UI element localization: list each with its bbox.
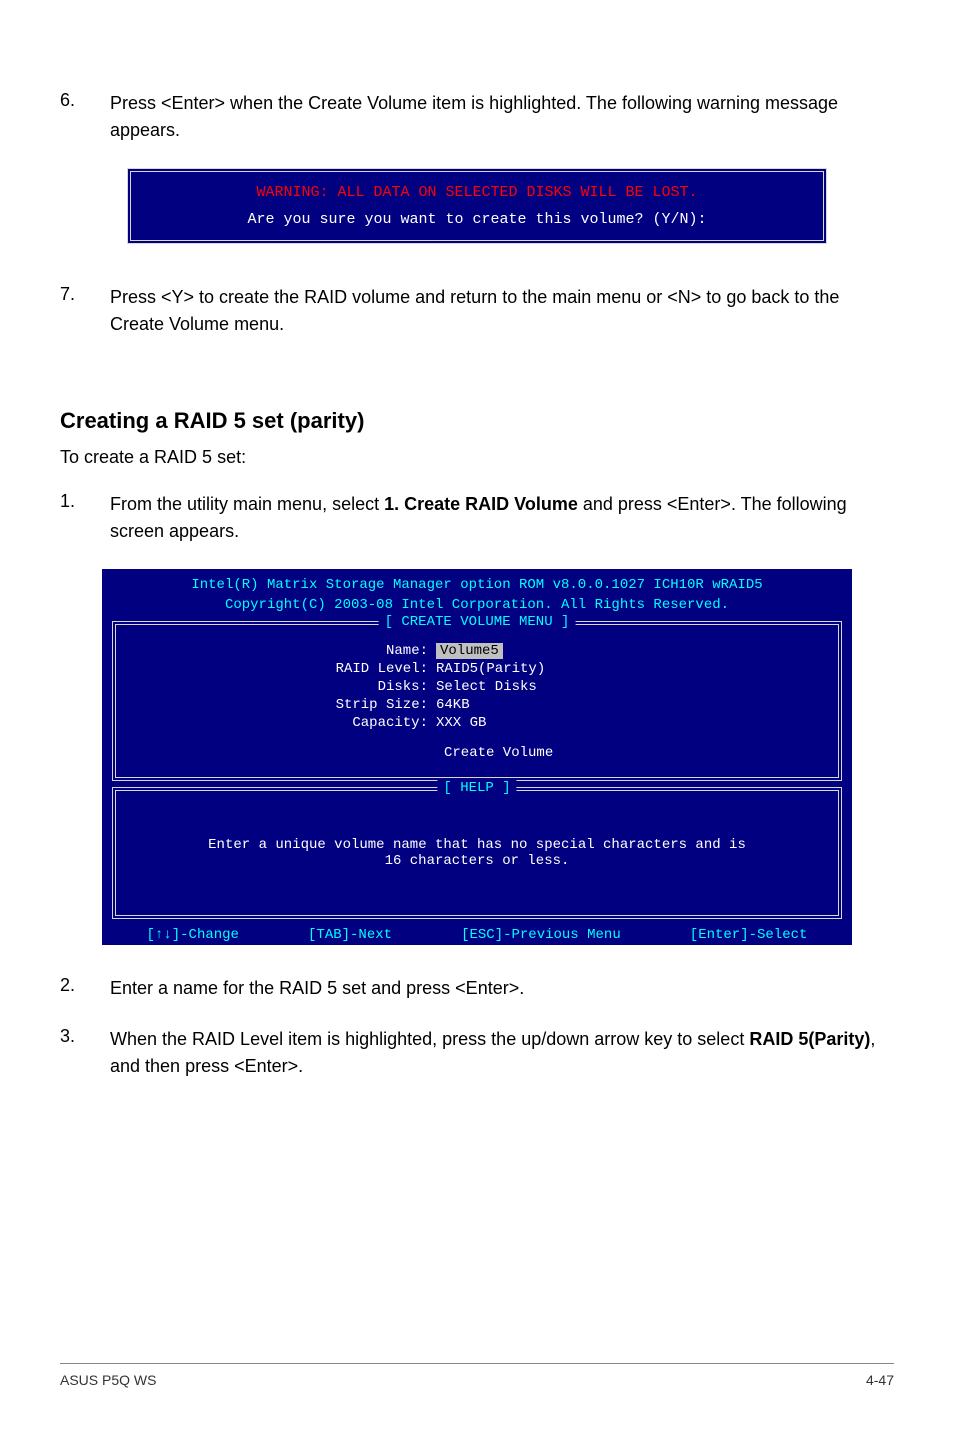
help-line1: Enter a unique volume name that has no s… [136,837,818,853]
field-capacity: Capacity: XXX GB [136,715,818,731]
help-label: [ HELP ] [437,780,516,796]
step-3-num: 3. [60,1026,110,1080]
help-text: Enter a unique volume name that has no s… [136,837,818,869]
step-7-num: 7. [60,284,110,338]
bios-header-1: Intel(R) Matrix Storage Manager option R… [102,575,852,595]
bios-screenshot: Intel(R) Matrix Storage Manager option R… [102,569,852,945]
create-volume-text: Create Volume [136,745,818,761]
value-raid: RAID5(Parity) [436,661,545,677]
warning-white-text: Are you sure you want to create this vol… [143,211,811,228]
value-capacity: XXX GB [436,715,486,731]
warning-red-text: WARNING: ALL DATA ON SELECTED DISKS WILL… [143,184,811,201]
page-footer: ASUS P5Q WS 4-47 [60,1363,894,1388]
label-raid: RAID Level: [136,661,436,677]
bios-footer: [↑↓]-Change [TAB]-Next [ESC]-Previous Me… [102,925,852,945]
step-7: 7. Press <Y> to create the RAID volume a… [60,284,894,338]
step-2-num: 2. [60,975,110,1002]
field-name: Name: Volume5 [136,643,818,659]
step-6-num: 6. [60,90,110,144]
step-1: 1. From the utility main menu, select 1.… [60,491,894,545]
intro-text: To create a RAID 5 set: [60,444,894,471]
step-3-before: When the RAID Level item is highlighted,… [110,1029,749,1049]
footer-left: ASUS P5Q WS [60,1372,156,1388]
field-disks: Disks: Select Disks [136,679,818,695]
bios-header-2: Copyright(C) 2003-08 Intel Corporation. … [102,595,852,615]
warning-dialog: WARNING: ALL DATA ON SELECTED DISKS WILL… [127,168,827,244]
help-line2: 16 characters or less. [136,853,818,869]
step-6-text: Press <Enter> when the Create Volume ite… [110,90,894,144]
create-menu-label: [ CREATE VOLUME MENU ] [379,614,576,630]
step-1-num: 1. [60,491,110,545]
footer-change: [↑↓]-Change [147,927,239,943]
step-6: 6. Press <Enter> when the Create Volume … [60,90,894,144]
step-3-text: When the RAID Level item is highlighted,… [110,1026,894,1080]
footer-prev: [ESC]-Previous Menu [461,927,621,943]
create-volume-menu: [ CREATE VOLUME MENU ] Name: Volume5 RAI… [112,621,842,781]
footer-right: 4-47 [866,1372,894,1388]
value-disks: Select Disks [436,679,537,695]
label-disks: Disks: [136,679,436,695]
step-3: 3. When the RAID Level item is highlight… [60,1026,894,1080]
help-box: [ HELP ] Enter a unique volume name that… [112,787,842,919]
step-2-text: Enter a name for the RAID 5 set and pres… [110,975,524,1002]
field-strip: Strip Size: 64KB [136,697,818,713]
step-7-text: Press <Y> to create the RAID volume and … [110,284,894,338]
value-strip: 64KB [436,697,470,713]
step-1-bold: 1. Create RAID Volume [384,494,578,514]
value-name: Volume5 [436,643,503,659]
section-heading: Creating a RAID 5 set (parity) [60,408,894,434]
step-1-before: From the utility main menu, select [110,494,384,514]
step-1-text: From the utility main menu, select 1. Cr… [110,491,894,545]
label-strip: Strip Size: [136,697,436,713]
step-2: 2. Enter a name for the RAID 5 set and p… [60,975,894,1002]
footer-next: [TAB]-Next [308,927,392,943]
label-capacity: Capacity: [136,715,436,731]
label-name: Name: [136,643,436,659]
footer-select: [Enter]-Select [690,927,808,943]
field-raid: RAID Level: RAID5(Parity) [136,661,818,677]
step-3-bold: RAID 5(Parity) [749,1029,870,1049]
